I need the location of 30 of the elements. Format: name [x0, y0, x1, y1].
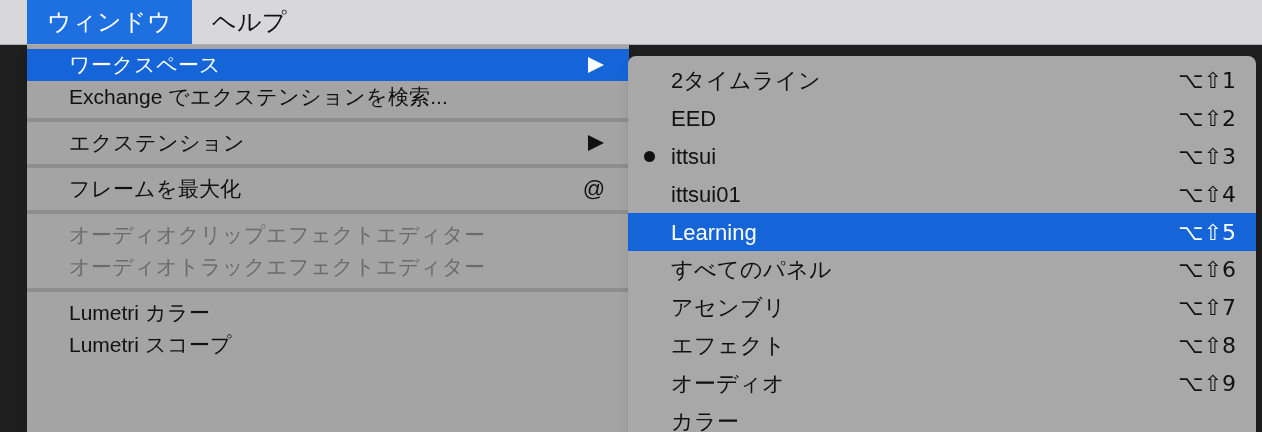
menu-item[interactable]: 2タイムライン ⌥⇧1 [628, 62, 1256, 100]
shortcut-label: ⌥⇧4 [1178, 180, 1236, 209]
menu-item[interactable]: エフェクト ⌥⇧8 [628, 326, 1256, 365]
shortcut-label: ⌥⇧7 [1178, 294, 1236, 323]
menu-item[interactable]: Lumetri カラー [27, 297, 629, 329]
menu-item[interactable]: ワークスペース [27, 49, 629, 81]
menu-item[interactable]: カラー [628, 402, 1256, 432]
shortcut-label: ⌥⇧6 [1178, 256, 1236, 285]
menu-item[interactable]: EED ⌥⇧2 [628, 99, 1256, 138]
menu-item[interactable]: フレームを最大化 @ [27, 173, 629, 205]
shortcut-label: ⌥⇧5 [1178, 218, 1236, 247]
triangle-right-icon [587, 56, 605, 74]
shortcut-label: ⌥⇧3 [1178, 143, 1236, 171]
menu-item[interactable]: Lumetri スコープ [27, 329, 629, 361]
menu-bar-item[interactable]: ウィンドウ [27, 0, 192, 44]
menu-item[interactable]: ittsui ⌥⇧3 [628, 137, 1256, 176]
menu-item[interactable]: エクステンション [27, 127, 629, 159]
menu-bar-item[interactable]: ヘルプ [192, 0, 307, 44]
menu-item[interactable]: オーディオ ⌥⇧9 [628, 364, 1256, 403]
shortcut-label: ⌥⇧8 [1178, 331, 1236, 360]
shortcut-label: ⌥⇧9 [1178, 369, 1236, 398]
shortcut-label: ⌥⇧2 [1178, 105, 1236, 134]
triangle-right-icon [587, 134, 605, 152]
menu-item[interactable]: Learning ⌥⇧5 [628, 213, 1256, 251]
shortcut-label: ⌥⇧1 [1178, 67, 1236, 96]
menu-item[interactable]: すべてのパネル ⌥⇧6 [628, 251, 1256, 289]
menu-item[interactable]: ittsui01 ⌥⇧4 [628, 175, 1256, 214]
menu-item[interactable]: アセンブリ ⌥⇧7 [628, 288, 1256, 327]
menu-item[interactable]: Exchange でエクステンションを検索... [27, 81, 629, 113]
shortcut-label: @ [582, 176, 605, 202]
